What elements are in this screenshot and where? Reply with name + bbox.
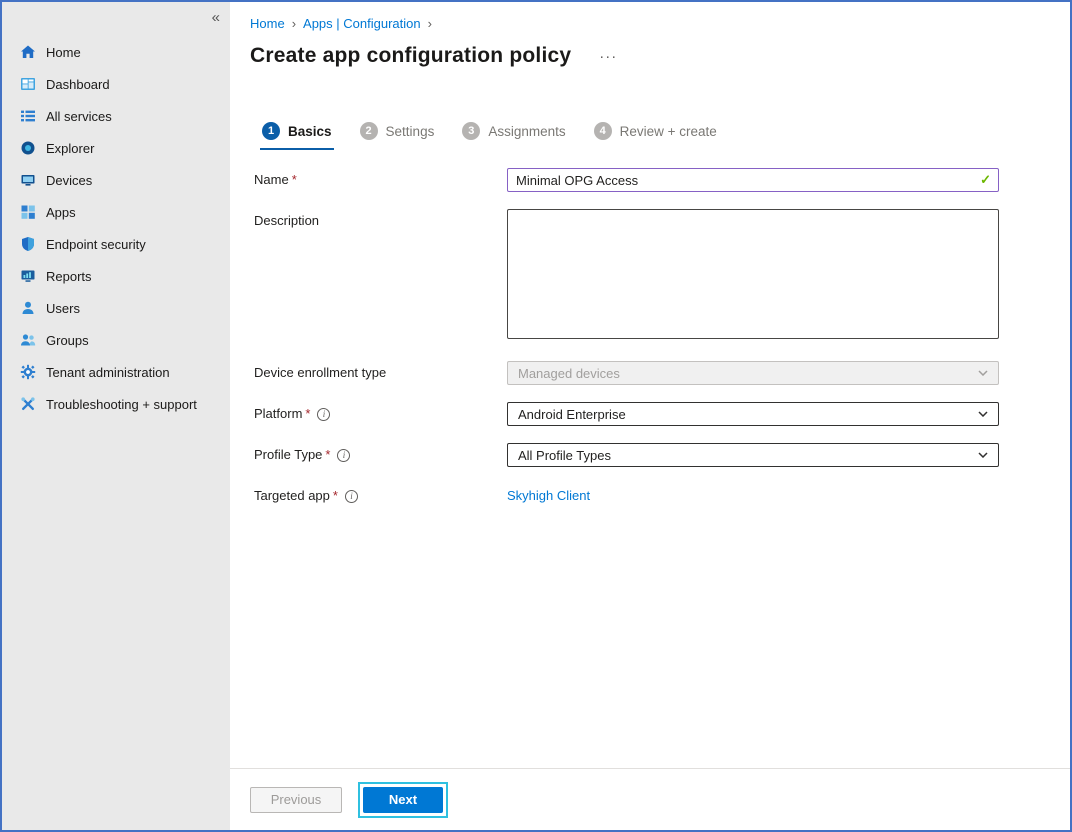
sidebar-item-all-services[interactable]: All services <box>2 100 230 132</box>
required-asterisk: * <box>333 488 338 503</box>
sidebar-item-troubleshooting-support[interactable]: Troubleshooting + support <box>2 388 230 420</box>
profile-type-value: All Profile Types <box>518 448 611 463</box>
required-asterisk: * <box>325 447 330 462</box>
footer-bar: Previous Next <box>230 768 1070 830</box>
sidebar-item-label: Explorer <box>46 141 94 156</box>
targeted-app-link[interactable]: Skyhigh Client <box>507 484 590 503</box>
name-input[interactable] <box>507 168 999 192</box>
step-label: Basics <box>288 124 332 139</box>
app-window: « Home Dashboard All services Explorer D… <box>0 0 1072 832</box>
profile-type-dropdown[interactable]: All Profile Types <box>507 443 999 467</box>
step-number-badge: 3 <box>462 122 480 140</box>
tenant-admin-icon <box>20 364 36 380</box>
next-button-highlight: Next <box>358 782 448 818</box>
sidebar-item-label: All services <box>46 109 112 124</box>
description-label: Description <box>254 209 507 228</box>
users-icon <box>20 300 36 316</box>
more-options-icon[interactable]: ··· <box>599 48 617 65</box>
sidebar-item-label: Endpoint security <box>46 237 146 252</box>
sidebar-nav: Home Dashboard All services Explorer Dev… <box>2 36 230 420</box>
profile-type-label: Profile Type*i <box>254 443 507 462</box>
sidebar-item-reports[interactable]: Reports <box>2 260 230 292</box>
device-enrollment-type-label: Device enrollment type <box>254 361 507 380</box>
breadcrumb-home-link[interactable]: Home <box>250 16 285 31</box>
explorer-icon <box>20 140 36 156</box>
sidebar-item-label: Groups <box>46 333 89 348</box>
step-number-badge: 4 <box>594 122 612 140</box>
basics-form: Name* ✓ Description Device enrol <box>254 168 1070 505</box>
apps-icon <box>20 204 36 220</box>
targeted-app-label: Targeted app*i <box>254 484 507 503</box>
profile-type-row: Profile Type*i All Profile Types <box>254 443 1070 467</box>
dashboard-icon <box>20 76 36 92</box>
sidebar-item-users[interactable]: Users <box>2 292 230 324</box>
device-enrollment-type-row: Device enrollment type Managed devices <box>254 361 1070 385</box>
chevron-down-icon <box>978 370 988 376</box>
sidebar-item-label: Tenant administration <box>46 365 170 380</box>
step-label: Review + create <box>620 124 717 139</box>
name-row: Name* ✓ <box>254 168 1070 192</box>
info-icon[interactable]: i <box>345 490 358 503</box>
targeted-app-row: Targeted app*i Skyhigh Client <box>254 484 1070 505</box>
devices-icon <box>20 172 36 188</box>
sidebar-item-groups[interactable]: Groups <box>2 324 230 356</box>
chevron-down-icon <box>978 411 988 417</box>
sidebar-item-tenant-administration[interactable]: Tenant administration <box>2 356 230 388</box>
page-title: Create app configuration policy <box>250 44 571 68</box>
endpoint-security-icon <box>20 236 36 252</box>
sidebar-item-label: Apps <box>46 205 76 220</box>
sidebar: « Home Dashboard All services Explorer D… <box>2 2 230 830</box>
breadcrumb-apps-configuration-link[interactable]: Apps | Configuration <box>303 16 421 31</box>
previous-button[interactable]: Previous <box>250 787 342 813</box>
breadcrumb-separator: › <box>428 16 432 31</box>
step-number-badge: 2 <box>360 122 378 140</box>
sidebar-item-label: Reports <box>46 269 92 284</box>
platform-label: Platform*i <box>254 402 507 421</box>
groups-icon <box>20 332 36 348</box>
chevron-down-icon <box>978 452 988 458</box>
tab-assignments[interactable]: 3 Assignments <box>460 122 567 150</box>
home-icon <box>20 44 36 60</box>
step-label: Assignments <box>488 124 565 139</box>
sidebar-item-devices[interactable]: Devices <box>2 164 230 196</box>
next-button[interactable]: Next <box>363 787 443 813</box>
info-icon[interactable]: i <box>317 408 330 421</box>
tab-review-create[interactable]: 4 Review + create <box>592 122 719 150</box>
step-label: Settings <box>386 124 435 139</box>
sidebar-item-label: Users <box>46 301 80 316</box>
breadcrumb-separator: › <box>292 16 296 31</box>
device-enrollment-type-value: Managed devices <box>518 366 620 381</box>
required-asterisk: * <box>305 406 310 421</box>
valid-check-icon: ✓ <box>980 172 991 188</box>
all-services-icon <box>20 108 36 124</box>
platform-value: Android Enterprise <box>518 407 626 422</box>
step-number-badge: 1 <box>262 122 280 140</box>
description-row: Description <box>254 209 1070 344</box>
tab-basics[interactable]: 1 Basics <box>260 122 334 150</box>
sidebar-item-home[interactable]: Home <box>2 36 230 68</box>
troubleshooting-icon <box>20 396 36 412</box>
tab-settings[interactable]: 2 Settings <box>358 122 437 150</box>
platform-dropdown[interactable]: Android Enterprise <box>507 402 999 426</box>
sidebar-item-label: Home <box>46 45 81 60</box>
sidebar-item-explorer[interactable]: Explorer <box>2 132 230 164</box>
required-asterisk: * <box>292 172 297 187</box>
name-label: Name* <box>254 168 507 187</box>
sidebar-item-dashboard[interactable]: Dashboard <box>2 68 230 100</box>
description-textarea[interactable] <box>507 209 999 339</box>
breadcrumb: Home › Apps | Configuration › <box>250 16 1070 32</box>
sidebar-item-label: Dashboard <box>46 77 110 92</box>
sidebar-item-label: Devices <box>46 173 92 188</box>
sidebar-item-label: Troubleshooting + support <box>46 397 197 412</box>
sidebar-item-endpoint-security[interactable]: Endpoint security <box>2 228 230 260</box>
main-panel: Home › Apps | Configuration › Create app co… <box>230 2 1070 830</box>
platform-row: Platform*i Android Enterprise <box>254 402 1070 426</box>
title-row: Create app configuration policy ··· <box>250 44 1070 68</box>
wizard-steps: 1 Basics 2 Settings 3 Assignments 4 Revi… <box>260 122 1070 150</box>
info-icon[interactable]: i <box>337 449 350 462</box>
sidebar-collapse-icon[interactable]: « <box>212 10 220 25</box>
sidebar-item-apps[interactable]: Apps <box>2 196 230 228</box>
device-enrollment-type-dropdown: Managed devices <box>507 361 999 385</box>
reports-icon <box>20 268 36 284</box>
